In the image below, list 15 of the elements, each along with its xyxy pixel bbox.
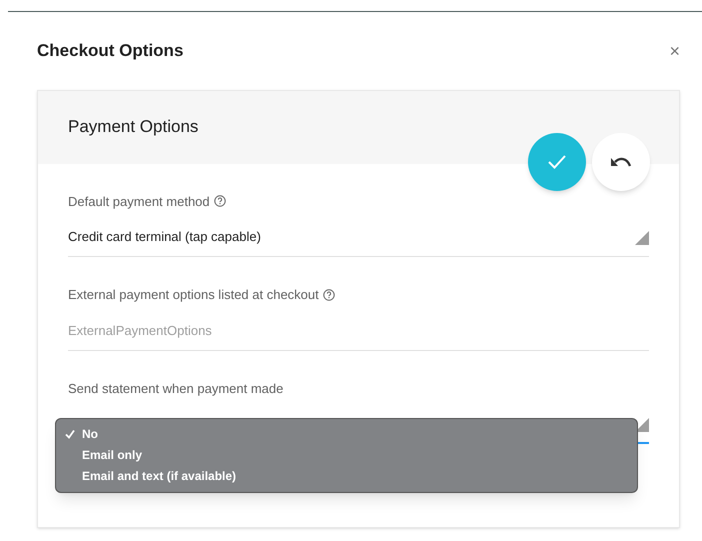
input-field[interactable]: ExternalPaymentOptions <box>68 320 649 350</box>
field-label: Default payment method <box>68 192 210 211</box>
dropdown-arrow-icon <box>635 231 649 245</box>
select-field[interactable]: Credit card terminal (tap capable) <box>68 227 649 257</box>
card-title: Payment Options <box>68 116 198 138</box>
field-label: Send statement when payment made <box>68 380 284 398</box>
menu-option[interactable]: No <box>56 424 637 444</box>
dropdown-arrow-icon <box>635 418 649 432</box>
undo-icon <box>610 154 632 168</box>
close-button[interactable]: × <box>669 42 680 60</box>
field-label: External payment options listed at checkout <box>68 286 319 304</box>
dialog-title: Checkout Options <box>37 40 184 62</box>
check-icon <box>547 154 567 170</box>
menu-option[interactable]: Email and text (if available) <box>56 466 637 486</box>
menu-option[interactable]: Email only <box>56 444 637 466</box>
